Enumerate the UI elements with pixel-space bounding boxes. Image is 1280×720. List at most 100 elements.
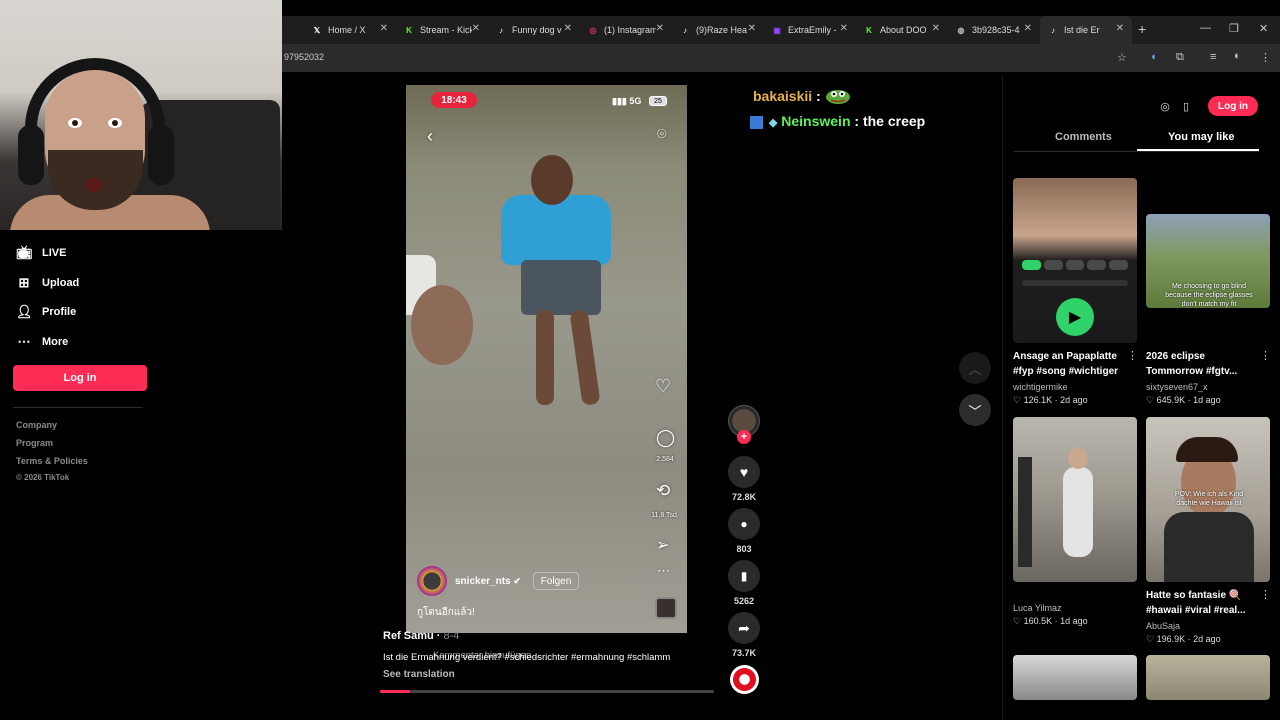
phone-status-time: 18:43 xyxy=(431,92,477,108)
card-more-icon[interactable]: ⋮ xyxy=(1127,349,1138,362)
video-card-thumbnail[interactable]: ▶ xyxy=(1013,178,1137,343)
video-inner-send-icon: ➢ xyxy=(656,537,670,554)
tiktok-logo-icon: ♪ xyxy=(1051,25,1055,35)
see-translation-link[interactable]: See translation xyxy=(383,669,455,680)
video-author[interactable]: Ref Samu · 8-4 xyxy=(383,630,459,642)
video-card-thumbnail[interactable] xyxy=(1146,655,1270,700)
browser-tab[interactable]: ◎ (1) Instagram ✕ xyxy=(580,16,672,44)
kick-logo-icon: K xyxy=(406,25,412,35)
pepe-emote-icon xyxy=(825,88,851,107)
comment-button[interactable]: ● xyxy=(728,508,760,540)
tiktok-logo-icon: ♪ xyxy=(683,25,687,35)
browser-tab-label: ExtraEmily - xyxy=(788,25,837,35)
close-window-icon[interactable]: ✕ xyxy=(1259,22,1268,35)
music-disc-icon[interactable] xyxy=(730,665,759,694)
footer-program[interactable]: Program xyxy=(16,438,53,448)
heart-outline-icon: ♡ xyxy=(1146,634,1155,644)
chat-username: bakaiskii xyxy=(753,88,813,105)
browser-tab[interactable]: ♪ Ist die Er ✕ xyxy=(1040,16,1132,44)
footer-terms[interactable]: Terms & Policies xyxy=(16,456,88,466)
video-inner-caption: กูโดนอีกแล้ว! xyxy=(417,607,475,618)
nav-profile[interactable]: 👤︎ Profile xyxy=(16,304,76,320)
login-button[interactable]: Log in xyxy=(13,365,147,391)
video-card-thumbnail[interactable]: POV: Wie ich als Kind dachte wie Hawaii … xyxy=(1146,417,1270,582)
close-tab-icon[interactable]: ✕ xyxy=(1024,23,1032,34)
video-player[interactable] xyxy=(406,85,687,633)
nav-more[interactable]: ⋯ More xyxy=(16,334,69,350)
previous-video-button[interactable]: ︿ xyxy=(959,352,991,384)
browser-tab[interactable]: ◍ 3b928c35-4 ✕ xyxy=(948,16,1040,44)
more-dots-icon: ⋯ xyxy=(17,334,31,349)
close-tab-icon[interactable]: ✕ xyxy=(1116,23,1124,34)
save-button[interactable]: ▮ xyxy=(728,560,760,592)
browser-tab[interactable]: K About DOO ✕ xyxy=(856,16,948,44)
new-tab-button[interactable]: + xyxy=(1138,21,1146,37)
video-card-user[interactable]: AbuSaja xyxy=(1146,621,1180,631)
profile-avatar-icon[interactable]: ◐ xyxy=(1234,50,1241,62)
video-card-caption: POV: Wie ich als Kind dachte wie Hawaii … xyxy=(1174,491,1244,507)
video-card-stats: ♡ 160.5K · 1d ago xyxy=(1013,616,1088,626)
tab-comments[interactable]: Comments xyxy=(1055,131,1112,143)
browser-menu-icon[interactable]: ⋮ xyxy=(1260,51,1271,64)
close-tab-icon[interactable]: ✕ xyxy=(380,23,388,34)
extensions-icon[interactable]: ⧉ xyxy=(1176,51,1184,64)
tiktok-logo-icon: ♪ xyxy=(499,25,503,35)
tab-you-may-like[interactable]: You may like xyxy=(1168,131,1234,143)
browser-tab-label: Ist die Er xyxy=(1064,25,1100,35)
browser-tab-label: 3b928c35-4 xyxy=(972,25,1020,35)
restore-icon[interactable]: ❐ xyxy=(1229,22,1239,35)
bookmark-star-icon[interactable]: ☆ xyxy=(1117,51,1127,64)
video-card-user[interactable]: sixtyseven67_x xyxy=(1146,382,1208,392)
video-card-title[interactable]: Hatte so fantasie 🍭 #hawaii #viral #real… xyxy=(1146,588,1261,618)
close-tab-icon[interactable]: ✕ xyxy=(840,23,848,34)
audio-extension-icon[interactable]: ◖ xyxy=(1150,51,1157,63)
browser-tab-label: (9)Raze Hea xyxy=(696,25,748,35)
media-icon[interactable]: ≡ xyxy=(1210,51,1216,63)
video-card-title[interactable]: 2026 eclipse Tommorrow #fgtv... xyxy=(1146,349,1261,379)
close-tab-icon[interactable]: ✕ xyxy=(564,23,572,34)
video-card-thumbnail[interactable] xyxy=(1013,417,1137,582)
close-tab-icon[interactable]: ✕ xyxy=(472,23,480,34)
share-button[interactable]: ➦ xyxy=(728,612,760,644)
plus-square-icon: ⊞ xyxy=(18,275,30,290)
video-inner-follow: Folgen xyxy=(533,572,579,590)
browser-tab[interactable]: 𝕏 Home / X ✕ xyxy=(304,16,396,44)
like-button[interactable]: ♥ xyxy=(728,456,760,488)
chat-message: ◆ Neinswein : the creep xyxy=(750,113,925,129)
minimize-icon[interactable]: — xyxy=(1200,22,1211,34)
login-button-top[interactable]: Log in xyxy=(1208,96,1258,116)
close-tab-icon[interactable]: ✕ xyxy=(656,23,664,34)
video-inner-comment-count: 2.584 xyxy=(656,456,674,463)
video-card-thumbnail[interactable] xyxy=(1013,655,1137,700)
share-arrow-icon: ➦ xyxy=(738,619,750,636)
follow-plus-icon[interactable]: + xyxy=(737,430,751,444)
save-count: 5262 xyxy=(733,596,755,606)
video-card-thumbnail[interactable]: Me choosing to go blind because the ecli… xyxy=(1146,214,1270,308)
phone-icon[interactable]: ▯ xyxy=(1176,96,1196,116)
card-more-icon[interactable]: ⋮ xyxy=(1260,349,1271,362)
close-tab-icon[interactable]: ✕ xyxy=(748,23,756,34)
footer-company[interactable]: Company xyxy=(16,420,57,430)
browser-tab[interactable]: K Stream - Kick ✕ xyxy=(396,16,488,44)
chat-text: the creep xyxy=(862,113,926,129)
nav-more-label: More xyxy=(42,336,69,348)
video-camera-icon: ⌾ xyxy=(657,126,667,143)
url-text[interactable]: 97952032 xyxy=(284,52,324,62)
browser-tab[interactable]: ♪ Funny dog v ✕ xyxy=(488,16,580,44)
close-tab-icon[interactable]: ✕ xyxy=(932,23,940,34)
nav-upload[interactable]: ⊞ Upload xyxy=(16,275,80,291)
video-person-blue-shirt xyxy=(501,155,631,415)
card-more-icon[interactable]: ⋮ xyxy=(1260,588,1271,601)
video-card-user[interactable]: wichtigermike xyxy=(1013,382,1068,392)
streamer-webcam xyxy=(0,0,282,230)
video-card-title[interactable]: Ansage an Papaplatte #fyp #song #wichtig… xyxy=(1013,349,1128,379)
browser-tab[interactable]: ♪ (9)Raze Hea ✕ xyxy=(672,16,764,44)
browser-tab[interactable]: ▣ ExtraEmily - ✕ xyxy=(764,16,856,44)
chevron-down-icon: ﹀ xyxy=(968,403,982,419)
compass-icon[interactable]: ◎ xyxy=(1155,96,1175,116)
next-video-button[interactable]: ﹀ xyxy=(959,394,991,426)
video-progress-track[interactable] xyxy=(380,690,714,693)
video-card-user[interactable]: Luca Yilmaz xyxy=(1013,603,1062,613)
nav-live[interactable]: 📺︎ LIVE xyxy=(16,245,66,261)
video-inner-more-icon: ⋯ xyxy=(657,563,670,578)
